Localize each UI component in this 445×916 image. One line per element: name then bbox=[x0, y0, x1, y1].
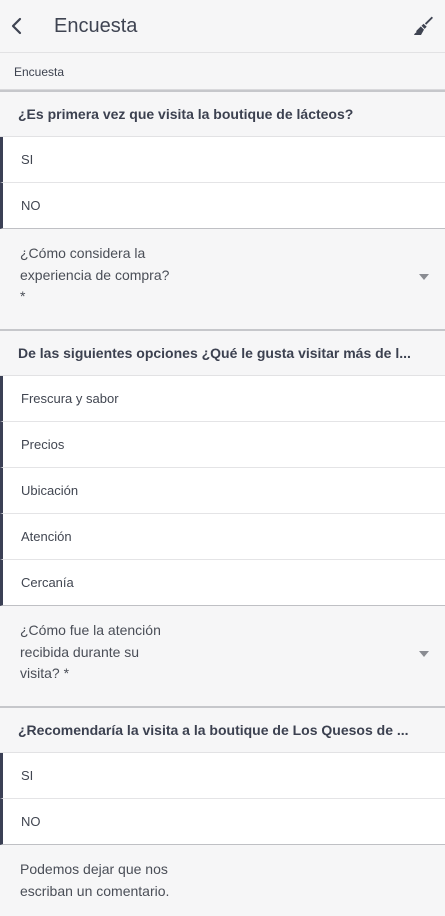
q2-label-line2: experiencia de compra? bbox=[20, 266, 170, 283]
question-5-title: ¿Recomendaría la visita a la boutique de… bbox=[0, 706, 445, 753]
clear-form-button[interactable] bbox=[411, 14, 435, 38]
q4-label-line2: recibida durante su bbox=[20, 643, 140, 660]
q3-option-ubicacion[interactable]: Ubicación bbox=[0, 468, 445, 514]
q4-label-line3: visita? * bbox=[20, 665, 70, 681]
back-button[interactable] bbox=[2, 0, 32, 52]
q1-option-si[interactable]: SI bbox=[0, 137, 445, 183]
q5-option-si[interactable]: SI bbox=[0, 753, 445, 799]
question-1-title: ¿Es primera vez que visita la boutique d… bbox=[0, 90, 445, 137]
breadcrumb: Encuesta bbox=[0, 53, 445, 90]
q2-select[interactable]: ¿Cómo considera la experiencia de compra… bbox=[0, 229, 445, 329]
q2-label-line3: * bbox=[20, 288, 26, 304]
q1-option-no[interactable]: NO bbox=[0, 183, 445, 229]
chevron-down-icon bbox=[419, 274, 429, 280]
q4-select[interactable]: ¿Cómo fue la atención recibida durante s… bbox=[0, 606, 445, 706]
question-3-title: De las siguientes opciones ¿Qué le gusta… bbox=[0, 329, 445, 376]
q3-option-atencion[interactable]: Atención bbox=[0, 514, 445, 560]
q4-label-line1: ¿Cómo fue la atención bbox=[20, 622, 161, 638]
chevron-down-icon bbox=[419, 651, 429, 657]
q3-option-precios[interactable]: Precios bbox=[0, 422, 445, 468]
comment-field[interactable]: Podemos dejar que nos escriban un coment… bbox=[0, 845, 445, 916]
page-title: Encuesta bbox=[54, 14, 138, 37]
q5-option-no[interactable]: NO bbox=[0, 799, 445, 845]
q3-option-cercania[interactable]: Cercanía bbox=[0, 560, 445, 606]
brush-icon bbox=[414, 16, 433, 35]
back-arrow-icon bbox=[11, 17, 22, 35]
comment-line1: Podemos dejar que nos bbox=[20, 861, 168, 877]
q3-option-frescura[interactable]: Frescura y sabor bbox=[0, 376, 445, 422]
app-bar: Encuesta bbox=[0, 0, 445, 53]
q2-label-line1: ¿Cómo considera la bbox=[20, 245, 146, 261]
comment-line2: escriban un comentario. bbox=[20, 882, 170, 899]
